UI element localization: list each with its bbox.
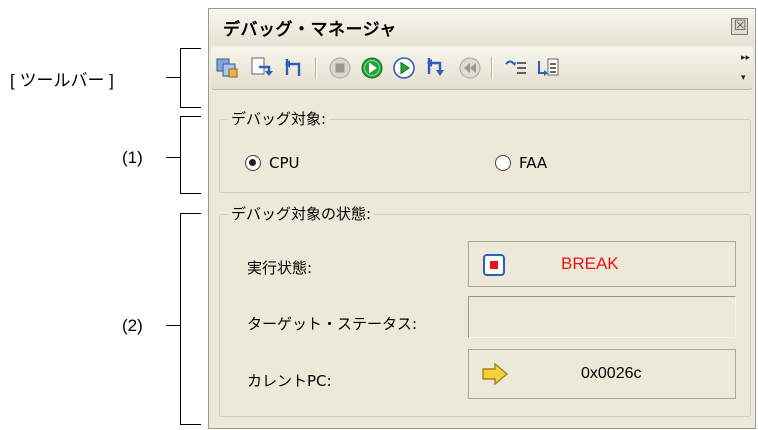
toolbar-separator <box>315 57 317 79</box>
list-out-icon[interactable] <box>535 55 561 81</box>
step-in-icon[interactable] <box>249 55 275 81</box>
current-pc-arrow-icon <box>481 362 509 386</box>
target-status-label: ターゲット・ステータス: <box>247 315 418 333</box>
step-over-icon[interactable] <box>423 55 449 81</box>
exec-state-value: BREAK <box>561 254 619 273</box>
exec-state-field: BREAK <box>468 241 736 287</box>
current-pc-field: 0x0026c <box>468 349 736 399</box>
area-1-bracket-tick <box>166 157 180 158</box>
radio-cpu-label[interactable]: CPU <box>269 154 300 172</box>
debug-target-label: デバッグ対象: <box>228 108 330 129</box>
radio-faa[interactable] <box>495 155 511 171</box>
target-state-label: デバッグ対象の状態: <box>228 203 375 224</box>
area-2-bracket-tick <box>166 325 180 326</box>
toolbar-overflow-chevron-icon[interactable]: ▸▸ ▾ <box>741 53 751 83</box>
callout-toolbar: [ ツールバー ] <box>10 71 114 90</box>
break-state-icon <box>483 254 505 276</box>
close-button[interactable]: ☒ <box>731 18 748 35</box>
toolbar-separator <box>491 57 493 79</box>
callout-area-2: (2) <box>122 316 143 335</box>
toolbar-bracket <box>180 48 201 108</box>
radio-faa-label[interactable]: FAA <box>519 154 547 172</box>
title-bar: デバッグ・マネージャ ☒ <box>209 9 755 45</box>
callout-area-1: (1) <box>122 148 143 167</box>
rewind-icon[interactable] <box>457 55 483 81</box>
view-icon[interactable] <box>215 55 241 81</box>
close-icon: ☒ <box>734 18 747 34</box>
run-icon[interactable] <box>359 55 385 81</box>
debug-manager-panel: デバッグ・マネージャ ☒ ▸▸ ▾ デバッグ対象: CPU FAA デバッグ対象… <box>208 8 756 429</box>
return-icon[interactable] <box>281 55 307 81</box>
area-1-bracket <box>180 116 201 194</box>
exec-state-label: 実行状態: <box>247 259 313 277</box>
run-outline-icon[interactable] <box>391 55 417 81</box>
current-pc-label: カレントPC: <box>247 372 332 390</box>
panel-title: デバッグ・マネージャ <box>223 20 397 40</box>
radio-cpu[interactable] <box>245 155 261 171</box>
toolbar-bracket-tick <box>166 77 180 78</box>
area-2-bracket <box>180 213 201 425</box>
current-pc-value: 0x0026c <box>581 365 642 382</box>
list-in-icon[interactable] <box>503 55 529 81</box>
stop-icon[interactable] <box>327 55 353 81</box>
toolbar: ▸▸ ▾ <box>211 47 753 90</box>
target-status-field <box>468 296 736 338</box>
